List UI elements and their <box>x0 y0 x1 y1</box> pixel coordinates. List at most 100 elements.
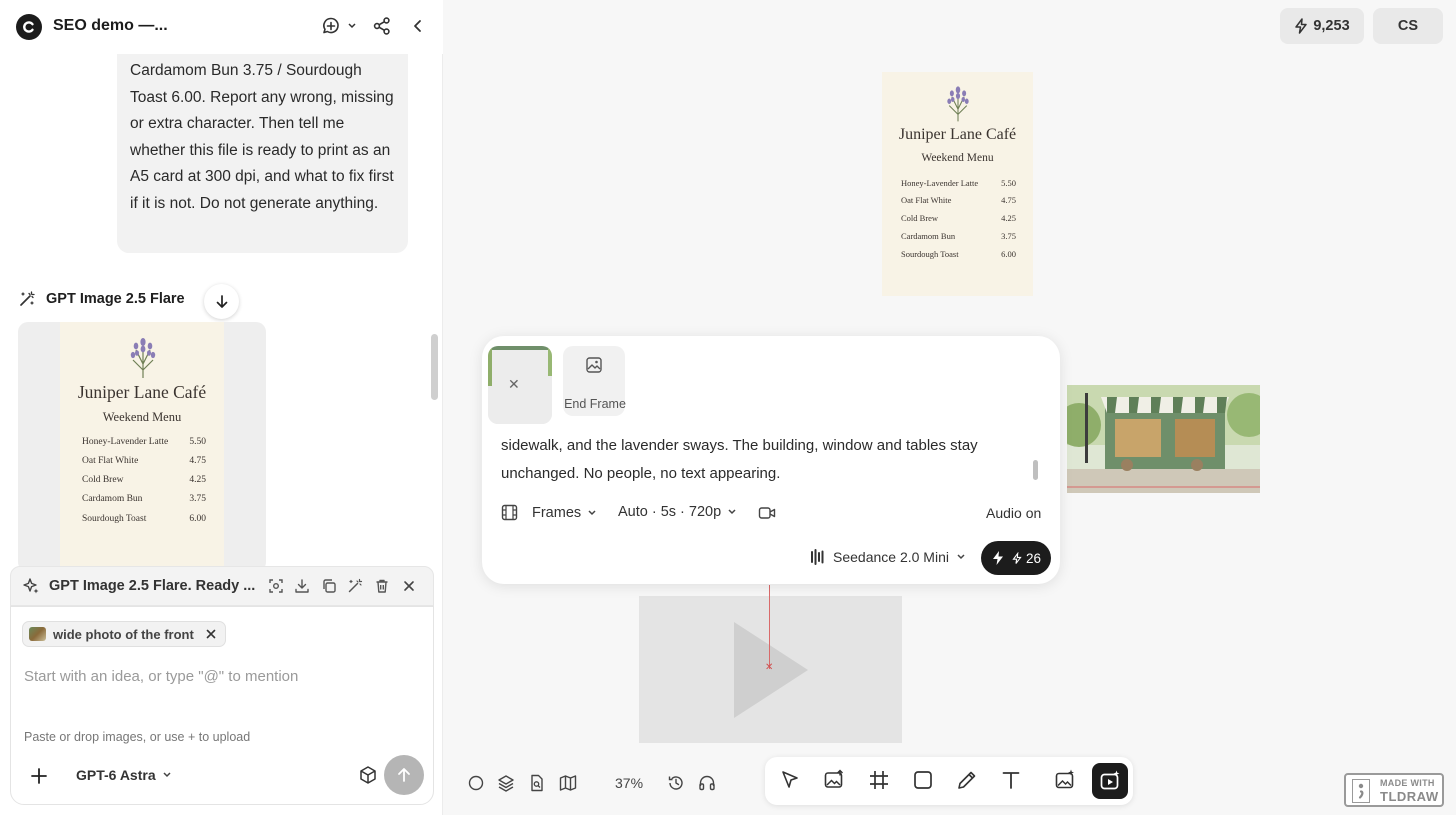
arrow-down-icon <box>215 294 229 310</box>
menu-item: Cardamom Bun 3.75 <box>82 494 206 504</box>
model-selector-label: GPT-6 Astra <box>76 767 156 783</box>
text-tool-icon[interactable] <box>1000 769 1022 791</box>
history-icon[interactable] <box>667 774 685 792</box>
model-response-header: GPT Image 2.5 Flare <box>18 290 185 308</box>
menu-item: Oat Flat White 4.75 <box>901 195 1016 205</box>
upload-image-icon[interactable] <box>823 769 845 791</box>
menu-subtitle: Weekend Menu <box>921 152 994 164</box>
lightning-icon <box>991 550 1005 566</box>
document-search-icon[interactable] <box>528 774 546 792</box>
menu-item-price: 5.50 <box>1001 178 1016 188</box>
magic-wand-icon <box>18 290 36 308</box>
frame-tool-icon[interactable] <box>868 769 890 791</box>
generate-video-tool[interactable] <box>1092 763 1128 799</box>
frames-dropdown[interactable]: Frames <box>501 504 597 521</box>
lightning-outline-icon <box>1012 551 1022 565</box>
menu-item-price: 4.75 <box>1001 195 1016 205</box>
avatar[interactable]: CS <box>1373 8 1443 44</box>
focus-icon[interactable] <box>268 578 284 594</box>
prompt-input[interactable] <box>24 661 424 691</box>
chevron-down-icon <box>956 553 966 561</box>
trash-icon[interactable] <box>374 578 390 594</box>
menu-item-name: Cardamom Bun <box>901 231 956 241</box>
drawing-toolbar <box>765 757 1133 805</box>
start-frame-thumbnail[interactable] <box>488 346 552 424</box>
cube-icon[interactable] <box>358 765 378 785</box>
storefront-image[interactable] <box>1067 385 1260 493</box>
lavender-illustration-icon <box>127 334 159 380</box>
scroll-down-button[interactable] <box>204 284 239 319</box>
menu-subtitle: Weekend Menu <box>102 410 182 424</box>
menu-item: Oat Flat White 4.75 <box>82 456 206 466</box>
canvas-menu-image[interactable]: Juniper Lane Café Weekend Menu Honey-Lav… <box>882 72 1033 296</box>
connector-line <box>769 585 770 669</box>
video-camera-icon[interactable] <box>758 505 776 521</box>
menu-item: Cardamom Bun 3.75 <box>901 231 1016 241</box>
map-icon[interactable] <box>559 774 577 792</box>
document-title[interactable]: SEO demo —... <box>53 17 168 35</box>
chevron-down-icon <box>587 509 597 517</box>
logo-icon[interactable] <box>16 14 42 40</box>
generation-label: GPT Image 2.5 Flare. Ready ... <box>49 578 256 594</box>
menu-item-name: Honey-Lavender Latte <box>901 178 979 188</box>
menu-item: Honey-Lavender Latte 5.50 <box>901 178 1016 188</box>
download-icon[interactable] <box>294 578 310 594</box>
canvas[interactable]: 9,253 CS Juniper Lane Café Weekend Menu … <box>444 0 1456 815</box>
menu-item-price: 3.75 <box>1001 231 1016 241</box>
menu-item-name: Sourdough Toast <box>901 249 959 259</box>
generation-cost: 26 <box>1025 550 1042 566</box>
remove-start-frame-icon[interactable]: ✕ <box>508 376 520 393</box>
generate-image-icon[interactable] <box>1054 769 1076 791</box>
upload-hint: Paste or drop images, or use + to upload <box>24 730 251 744</box>
magic-wand-icon[interactable] <box>347 578 363 594</box>
close-icon[interactable] <box>402 579 416 593</box>
menu-item-price: 4.25 <box>189 475 206 485</box>
headphones-icon[interactable] <box>698 774 716 792</box>
chat-messages[interactable]: Cardamom Bun 3.75 / Sourdough Toast 6.00… <box>0 54 428 566</box>
tldraw-watermark[interactable]: MADE WITH TLDRAW <box>1344 773 1444 807</box>
menu-item-price: 5.50 <box>189 437 206 447</box>
copy-icon[interactable] <box>321 578 337 594</box>
menu-item-name: Cold Brew <box>901 213 939 223</box>
chat-scrollbar[interactable] <box>431 334 438 400</box>
watermark-line2: TLDRAW <box>1380 789 1439 804</box>
reference-chip[interactable]: wide photo of the front <box>22 621 226 647</box>
pencil-tool-icon[interactable] <box>956 769 978 791</box>
tldraw-logo-icon <box>1352 779 1370 803</box>
select-cursor-icon[interactable] <box>779 769 801 791</box>
share-icon[interactable] <box>372 16 392 36</box>
generated-image-card[interactable]: Juniper Lane Café Weekend Menu Honey-Lav… <box>18 322 266 566</box>
watermark-line1: MADE WITH <box>1380 778 1435 788</box>
menu-item: Cold Brew 4.25 <box>82 475 206 485</box>
video-settings-dropdown[interactable]: Auto · 5s · 720p <box>618 504 737 520</box>
video-model-selector[interactable]: Seedance 2.0 Mini <box>810 549 966 565</box>
video-prompt-text[interactable]: sidewalk, and the lavender sways. The bu… <box>501 432 1021 488</box>
model-selector[interactable]: GPT-6 Astra <box>76 767 172 783</box>
lavender-illustration-icon <box>944 82 972 124</box>
send-button[interactable] <box>384 755 424 795</box>
generate-video-button[interactable]: 26 <box>981 541 1051 575</box>
layers-icon[interactable] <box>497 774 515 792</box>
chat-composer: wide photo of the front Paste or drop im… <box>10 606 434 805</box>
chevron-down-icon <box>727 508 737 516</box>
prompt-scrollbar[interactable] <box>1033 460 1038 480</box>
menu-item-price: 6.00 <box>1001 249 1016 259</box>
audio-toggle[interactable]: Audio on <box>986 505 1041 521</box>
menu-item-price: 4.25 <box>1001 213 1016 223</box>
collapse-panel-icon[interactable] <box>410 16 426 36</box>
menu-item-name: Honey-Lavender Latte <box>82 437 169 447</box>
add-icon[interactable] <box>28 765 50 787</box>
video-settings-label: Auto · 5s · 720p <box>618 504 722 520</box>
rectangle-tool-icon[interactable] <box>912 769 934 791</box>
image-icon <box>585 356 603 374</box>
credits-button[interactable]: 9,253 <box>1280 8 1364 44</box>
remove-chip-icon[interactable] <box>205 628 217 640</box>
chat-header: SEO demo —... <box>0 0 443 54</box>
menu-title: Juniper Lane Café <box>898 126 1017 143</box>
menu-image: Juniper Lane Café Weekend Menu Honey-Lav… <box>60 322 224 566</box>
chevron-down-icon[interactable] <box>347 22 357 30</box>
new-chat-icon[interactable] <box>321 16 341 36</box>
zoom-level[interactable]: 37% <box>615 775 643 791</box>
video-generation-panel: ✕ End Frame sidewalk, and the lavender s… <box>482 336 1060 584</box>
circle-icon[interactable] <box>467 774 485 792</box>
